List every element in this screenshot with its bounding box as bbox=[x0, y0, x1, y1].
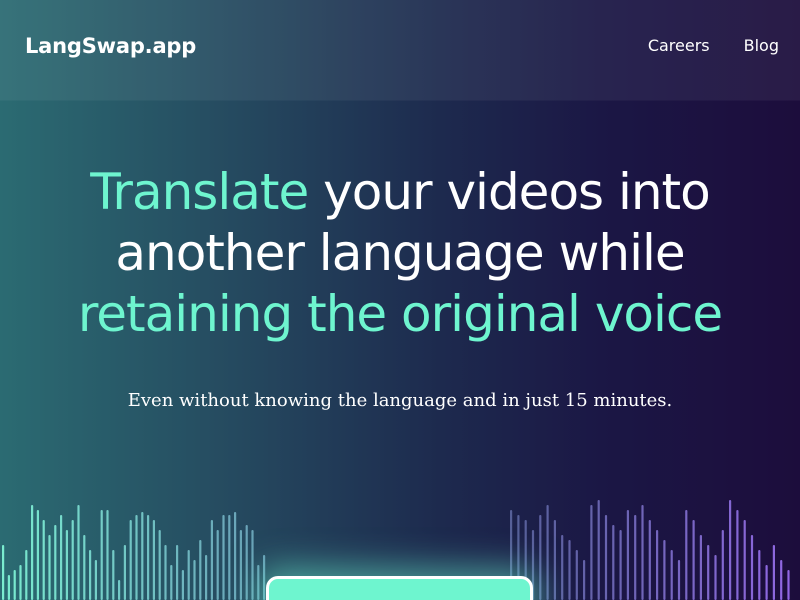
wave-bar bbox=[176, 545, 179, 600]
wave-bar bbox=[54, 525, 57, 600]
wave-bar bbox=[205, 555, 208, 600]
wave-bar bbox=[685, 510, 688, 600]
hero: Translate your videos into another langu… bbox=[0, 162, 800, 345]
wave-bar bbox=[7, 575, 10, 600]
wave-bar bbox=[714, 555, 717, 600]
nav-link-careers[interactable]: Careers bbox=[648, 36, 710, 55]
wave-bar bbox=[707, 545, 710, 600]
wave-bar bbox=[112, 550, 115, 600]
wave-bar bbox=[60, 515, 63, 600]
wave-bar bbox=[677, 560, 681, 600]
wave-bar bbox=[141, 512, 144, 600]
wave-bar bbox=[263, 555, 266, 600]
wave-bar bbox=[123, 545, 126, 600]
wave-bar bbox=[780, 560, 783, 600]
wave-bar bbox=[129, 520, 132, 600]
wave-bar bbox=[135, 515, 138, 600]
wave-bar bbox=[48, 535, 51, 600]
wave-bar bbox=[619, 530, 622, 600]
wave-bar bbox=[210, 520, 213, 600]
cta-button[interactable] bbox=[266, 576, 533, 600]
wave-bar bbox=[228, 515, 231, 600]
hero-subheading: Even without knowing the language and in… bbox=[127, 390, 673, 411]
wave-bar bbox=[561, 535, 564, 600]
headline-line-1-rest: your videos into bbox=[308, 163, 711, 221]
wave-bar bbox=[170, 565, 173, 600]
wave-bar bbox=[539, 515, 542, 600]
wave-bar bbox=[187, 550, 190, 600]
wave-bar bbox=[656, 530, 659, 600]
wave-bar bbox=[553, 520, 556, 600]
wave-bar bbox=[641, 505, 644, 600]
headline-accent-2: retaining the original voice bbox=[77, 285, 723, 343]
wave-bar bbox=[750, 535, 754, 600]
site-header: LangSwap.app Careers Blog bbox=[0, 0, 800, 100]
wave-bar bbox=[152, 520, 155, 600]
wave-bar bbox=[597, 500, 600, 600]
wave-bar bbox=[663, 540, 666, 600]
logo[interactable]: LangSwap.app bbox=[25, 34, 196, 58]
wave-bar bbox=[758, 550, 761, 600]
wave-bar bbox=[216, 530, 219, 600]
wave-bar bbox=[626, 510, 629, 600]
wave-bar bbox=[234, 512, 237, 600]
wave-bar bbox=[604, 515, 608, 600]
wave-bar bbox=[670, 550, 673, 600]
wave-bar bbox=[736, 510, 739, 600]
wave-bar bbox=[164, 545, 167, 600]
wave-bar bbox=[158, 530, 161, 600]
wave-bar bbox=[31, 505, 34, 600]
headline-line-2: another language while bbox=[115, 224, 685, 282]
wave-bar bbox=[583, 560, 586, 600]
wave-bar bbox=[787, 570, 790, 600]
wave-bar bbox=[36, 510, 39, 600]
wave-bar bbox=[42, 520, 45, 600]
wave-bar bbox=[765, 565, 768, 600]
hero-headline: Translate your videos into another langu… bbox=[0, 162, 800, 345]
wave-bar bbox=[193, 560, 196, 600]
wave-bar bbox=[699, 535, 702, 600]
wave-bar bbox=[2, 545, 5, 600]
wave-bar bbox=[612, 525, 615, 600]
wave-bar bbox=[239, 530, 242, 600]
wave-bar bbox=[83, 535, 86, 600]
wave-bar bbox=[772, 545, 775, 600]
wave-bar bbox=[743, 520, 746, 600]
wave-bar bbox=[65, 530, 68, 600]
wave-bar bbox=[71, 520, 74, 600]
wave-bar bbox=[77, 505, 80, 600]
wave-bar bbox=[692, 520, 695, 600]
headline-accent-1: Translate bbox=[90, 163, 309, 221]
wave-bar bbox=[199, 540, 202, 600]
wave-bar bbox=[590, 505, 593, 600]
nav-link-blog[interactable]: Blog bbox=[744, 36, 779, 55]
wave-bar bbox=[251, 530, 254, 600]
wave-bar bbox=[106, 510, 109, 600]
wave-bar bbox=[568, 540, 571, 600]
wave-bar bbox=[89, 550, 92, 600]
wave-bar bbox=[729, 500, 732, 600]
wave-bar bbox=[634, 515, 637, 600]
main-nav: Careers Blog bbox=[648, 36, 779, 55]
wave-bar bbox=[147, 515, 150, 600]
wave-bar bbox=[648, 520, 651, 600]
wave-bar bbox=[94, 560, 97, 600]
wave-bar bbox=[25, 550, 28, 600]
wave-bar bbox=[100, 510, 103, 600]
wave-bar bbox=[222, 515, 225, 600]
wave-bar bbox=[19, 565, 22, 600]
wave-bar bbox=[181, 570, 184, 600]
wave-bar bbox=[546, 505, 549, 600]
wave-bar bbox=[13, 570, 16, 600]
wave-bar bbox=[721, 530, 724, 600]
wave-bar bbox=[118, 580, 121, 600]
wave-bar bbox=[575, 550, 578, 600]
wave-bar bbox=[257, 565, 260, 600]
wave-bar bbox=[245, 525, 248, 600]
